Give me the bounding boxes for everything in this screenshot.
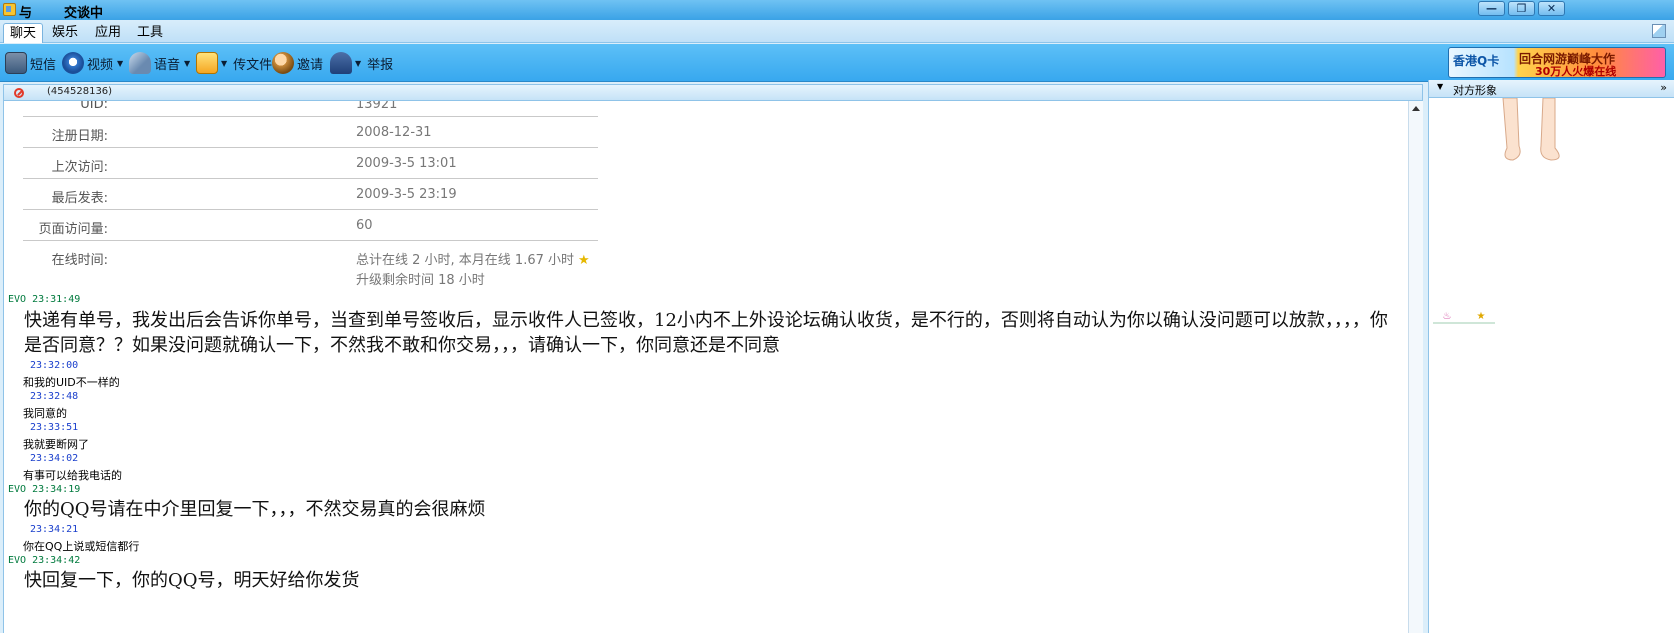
ad-banner[interactable]: 香港Q卡 回合网游巅峰大作 30万人火爆在线 [1448, 47, 1666, 78]
tab-chat[interactable]: 聊天 [3, 23, 44, 43]
toolbar: 短信 视频 ▼ 语音 ▼ ▼ 传文件 邀请 ▼ 举报 香港Q卡 回合网游巅峰大作… [0, 44, 1674, 82]
profile-row: 最后发表: 2009-3-5 23:19 [23, 179, 598, 210]
message-timestamp: EVO 23:34:42 [8, 555, 81, 566]
chat-history[interactable]: UID: 13921 注册日期: 2008-12-31 上次访问: 2009-3… [3, 101, 1408, 633]
message-timestamp: 23:34:21 [30, 524, 79, 535]
profile-label: 最后发表: [51, 191, 108, 206]
message-timestamp: 23:32:48 [30, 391, 79, 402]
expand-icon[interactable]: » [1660, 81, 1667, 94]
side-panel-header: ▼ 对方形象 » [1429, 80, 1674, 98]
message-text: 快递有单号，我发出后会告诉你单号，当查到单号签收后，显示收件人已签收，12小内不… [24, 310, 1388, 356]
contact-uin: (454528136) [47, 86, 113, 97]
profile-label: UID: [80, 101, 108, 112]
scroll-up-arrow-icon[interactable] [1412, 106, 1420, 111]
side-tabs: ♨ ★ [1433, 310, 1495, 324]
invite-button[interactable]: 邀请 [272, 50, 323, 76]
message-text: 我同意的 [23, 407, 67, 420]
sms-button[interactable]: 短信 [5, 50, 56, 76]
profile-table: UID: 13921 注册日期: 2008-12-31 上次访问: 2009-3… [23, 101, 598, 288]
profile-label: 上次访问: [51, 160, 108, 175]
close-button[interactable]: ✕ [1538, 1, 1565, 16]
chevron-down-icon[interactable]: ▼ [221, 59, 227, 68]
skin-icon[interactable] [1652, 24, 1666, 38]
folder-icon [196, 52, 218, 74]
profile-label: 页面访问量: [38, 222, 108, 237]
police-icon [330, 52, 352, 74]
app-icon [3, 3, 16, 16]
window-title: 与 [19, 6, 33, 21]
gift-icon[interactable]: ♨ [1433, 310, 1461, 323]
message-text: 你在QQ上说或短信都行 [23, 540, 140, 553]
avatar-figure [1502, 98, 1560, 161]
invite-label: 邀请 [297, 57, 324, 73]
chat-header: (454528136) [3, 84, 1423, 101]
chevron-down-icon[interactable]: ▼ [355, 59, 361, 68]
profile-row: 页面访问量: 60 [23, 210, 598, 241]
message-text: 快回复一下，你的QQ号，明天好给你发货 [24, 570, 360, 591]
camera-icon [62, 52, 84, 74]
profile-value: 2009-3-5 23:19 [356, 187, 457, 202]
block-icon[interactable] [14, 88, 24, 98]
banner-logo: 香港Q卡 [1453, 54, 1500, 68]
profile-row: UID: 13921 [23, 101, 598, 117]
profile-value: 13921 [356, 101, 398, 112]
video-button[interactable]: 视频 ▼ [62, 50, 123, 76]
side-panel-title: 对方形象 [1453, 84, 1497, 97]
chat-scrollbar[interactable] [1408, 101, 1423, 633]
message-timestamp: EVO 23:34:19 [8, 484, 81, 495]
title-bar: 与 交谈中 — ❐ ✕ [0, 0, 1674, 21]
tab-entertainment[interactable]: 娱乐 [46, 23, 84, 43]
profile-label: 在线时间: [51, 253, 108, 268]
tab-apps[interactable]: 应用 [89, 23, 127, 43]
message-timestamp: EVO 23:31:49 [8, 294, 81, 305]
voice-label: 语音 [154, 57, 181, 73]
profile-label: 注册日期: [51, 129, 108, 144]
message-text: 有事可以给我电话的 [23, 469, 122, 482]
chevron-down-icon[interactable]: ▼ [1437, 82, 1443, 91]
profile-row: 注册日期: 2008-12-31 [23, 117, 598, 148]
message-timestamp: 23:34:02 [30, 453, 79, 464]
tab-tools[interactable]: 工具 [131, 23, 169, 43]
minimize-button[interactable]: — [1478, 1, 1505, 16]
message-timestamp: 23:32:00 [30, 360, 79, 371]
message-timestamp: 23:33:51 [30, 422, 79, 433]
window-status: 交谈中 [64, 6, 104, 21]
sms-icon [5, 52, 27, 74]
video-label: 视频 [87, 57, 114, 73]
add-user-icon [272, 52, 294, 74]
profile-row: 上次访问: 2009-3-5 13:01 [23, 148, 598, 179]
voice-button[interactable]: 语音 ▼ [129, 50, 190, 76]
profile-value: 60 [356, 218, 373, 233]
side-panel: ▼ 对方形象 » ♨ ★ [1428, 80, 1674, 633]
banner-line-2: 30万人火爆在线 [1535, 65, 1617, 78]
message-text: 我就要断网了 [23, 438, 89, 451]
message-text: 你的QQ号请在中介里回复一下，，，不然交易真的会很麻烦 [24, 499, 486, 520]
star-icon: ★ [578, 253, 590, 268]
message-text: 和我的UID不一样的 [23, 376, 120, 389]
report-label: 举报 [367, 57, 394, 73]
restore-button[interactable]: ❐ [1508, 1, 1535, 16]
send-file-button[interactable]: ▼ 传文件 [196, 50, 272, 76]
chevron-down-icon[interactable]: ▼ [117, 59, 123, 68]
star-icon[interactable]: ★ [1467, 310, 1495, 323]
profile-row: 在线时间: 总计在线 2 小时, 本月在线 1.67 小时 ★ 升级剩余时间 18… [23, 241, 598, 288]
chevron-down-icon[interactable]: ▼ [184, 59, 190, 68]
profile-value: 总计在线 2 小时, 本月在线 1.67 小时 ★ [356, 249, 590, 268]
profile-value: 2009-3-5 13:01 [356, 156, 457, 171]
headset-icon [129, 52, 151, 74]
sms-label: 短信 [30, 57, 57, 73]
report-button[interactable]: ▼ 举报 [330, 50, 393, 76]
send-file-label: 传文件 [233, 57, 273, 73]
profile-value-secondary: 升级剩余时间 18 小时 [356, 273, 485, 288]
profile-value: 2008-12-31 [356, 125, 432, 140]
online-time-text: 总计在线 2 小时, 本月在线 1.67 小时 [356, 253, 575, 268]
menu-bar: 聊天 娱乐 应用 工具 [0, 20, 1674, 43]
